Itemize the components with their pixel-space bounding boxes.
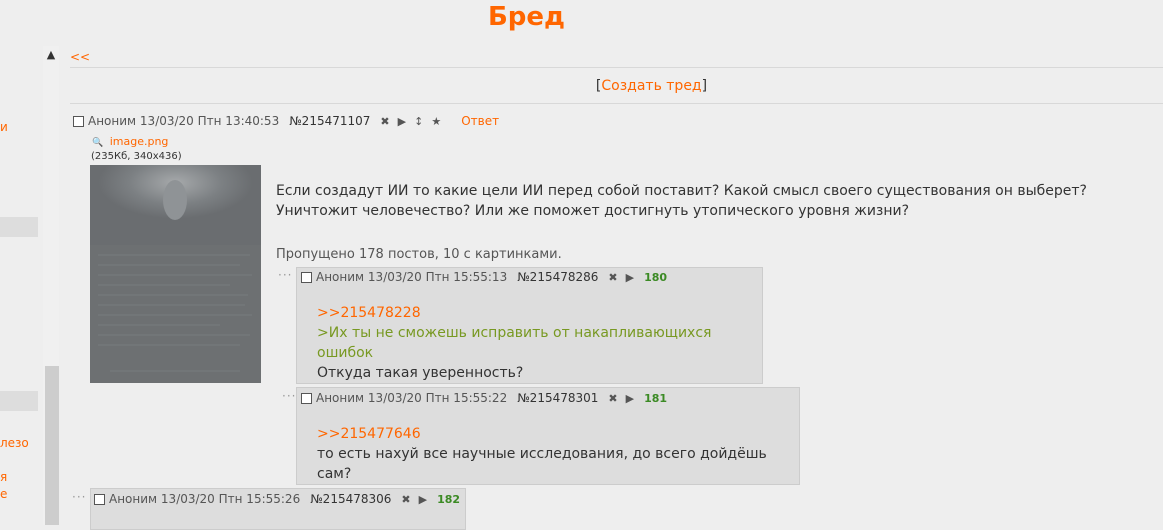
play-icon[interactable]: ▶	[626, 271, 634, 284]
reply-message: >>215478228 >Их ты не сможешь исправить …	[317, 303, 757, 383]
post-number[interactable]: №215478306	[310, 492, 391, 506]
op-header: Аноним 13/03/20 Птн 13:40:53 №215471107 …	[73, 114, 499, 128]
reply-text: Откуда такая уверенность?	[317, 365, 524, 381]
sort-icon[interactable]: ↕	[414, 115, 423, 128]
hide-icon[interactable]: ✖	[608, 271, 617, 284]
reply-header: Аноним 13/03/20 Птн 15:55:13 №215478286 …	[301, 270, 667, 284]
post-number[interactable]: №215478286	[517, 270, 598, 284]
play-icon[interactable]: ▶	[398, 115, 406, 128]
play-icon[interactable]: ▶	[626, 392, 634, 405]
dots-icon: ···	[72, 490, 87, 504]
sidebar-item[interactable]: я	[0, 470, 38, 484]
divider	[70, 67, 1163, 68]
post-count: 182	[437, 492, 461, 506]
reply-header: Аноним 13/03/20 Птн 15:55:22 №215478301 …	[301, 391, 667, 405]
post-date: 13/03/20 Птн 13:40:53	[139, 114, 280, 128]
sidebar-scrollbar[interactable]: ▲	[43, 46, 59, 525]
create-thread: [Создать тред]	[595, 78, 708, 94]
play-icon[interactable]: ▶	[419, 493, 427, 506]
op-message: Если создадут ИИ то какие цели ИИ перед …	[276, 183, 1087, 219]
post-date: 13/03/20 Птн 15:55:22	[367, 391, 508, 405]
op-checkbox[interactable]	[73, 115, 84, 127]
post-number[interactable]: №215471107	[289, 114, 370, 128]
post-date: 13/03/20 Птн 15:55:26	[160, 492, 301, 506]
hide-icon[interactable]: ✖	[380, 115, 389, 128]
sidebar-highlight	[0, 217, 38, 237]
dots-icon: ···	[278, 268, 293, 282]
back-link[interactable]: <<	[70, 50, 90, 64]
post-reference-link[interactable]: >>215477646	[317, 426, 421, 442]
scrollbar-thumb[interactable]	[45, 366, 59, 525]
star-icon[interactable]: ★	[431, 115, 441, 128]
sidebar-highlight	[0, 391, 38, 411]
post-author: Аноним	[316, 391, 365, 405]
reply-link[interactable]: Ответ	[461, 114, 499, 128]
omitted-posts: Пропущено 178 постов, 10 с картинками.	[276, 247, 562, 262]
hide-icon[interactable]: ✖	[608, 392, 617, 405]
sidebar-item[interactable]: и	[0, 120, 38, 134]
divider	[70, 103, 1163, 104]
reply-header: Аноним 13/03/20 Птн 15:55:26 №215478306 …	[94, 492, 460, 506]
post-image[interactable]	[90, 165, 261, 383]
greentext-quote: >Их ты не сможешь исправить от накаплива…	[317, 325, 712, 361]
post-number[interactable]: №215478301	[517, 391, 598, 405]
sidebar-item[interactable]: е	[0, 487, 38, 501]
reply-checkbox[interactable]	[94, 493, 105, 505]
sidebar-item[interactable]: лезо	[0, 436, 38, 450]
post-date: 13/03/20 Птн 15:55:13	[367, 270, 508, 284]
board-title: Бред	[487, 2, 566, 32]
create-thread-link[interactable]: Создать тред	[601, 78, 701, 94]
post-count: 181	[644, 391, 668, 405]
reply-message: >>215477646 то есть нахуй все научные ис…	[317, 424, 797, 484]
file-info: (235Кб, 340x436)	[91, 151, 182, 162]
hide-icon[interactable]: ✖	[401, 493, 410, 506]
reply-checkbox[interactable]	[301, 271, 312, 283]
post-author: Аноним	[109, 492, 158, 506]
file-name-row: 🔍 image.png	[92, 135, 168, 148]
search-icon: 🔍	[92, 138, 104, 148]
file-name-link[interactable]: image.png	[110, 135, 169, 148]
dots-icon: ···	[282, 389, 297, 403]
reply-text: то есть нахуй все научные исследования, …	[317, 446, 767, 482]
post-reference-link[interactable]: >>215478228	[317, 305, 421, 321]
post-author: Аноним	[88, 114, 137, 128]
reply-checkbox[interactable]	[301, 392, 312, 404]
post-count: 180	[644, 270, 668, 284]
post-author: Аноним	[316, 270, 365, 284]
scroll-up-icon[interactable]: ▲	[43, 46, 59, 64]
